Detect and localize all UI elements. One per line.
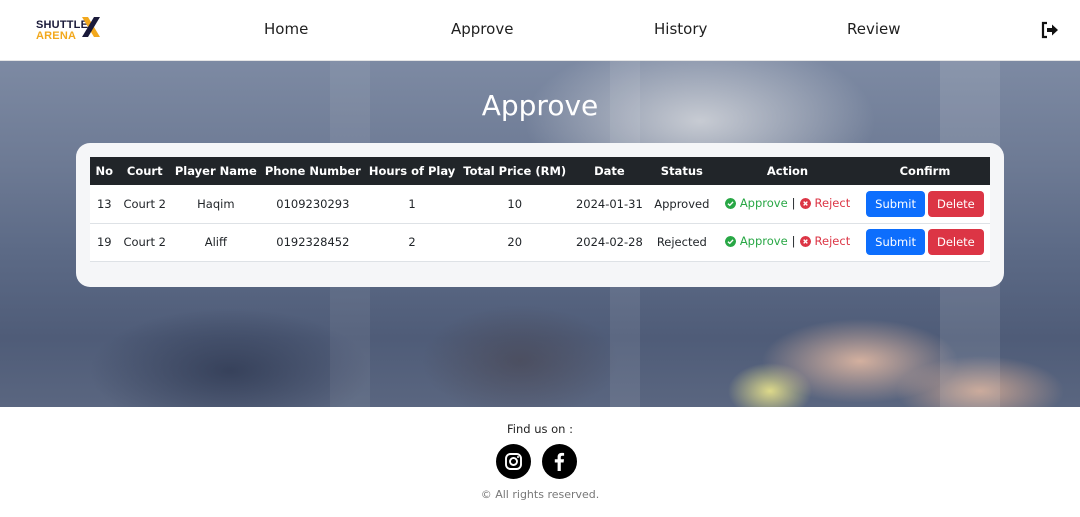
hero-background: Approve No Court Player Name Phone Numbe… bbox=[0, 61, 1080, 407]
nav-review[interactable]: Review bbox=[847, 20, 901, 38]
cell-court: Court 2 bbox=[118, 223, 171, 262]
approve-label: Approve bbox=[739, 234, 788, 249]
shuttle-arena-logo[interactable]: SHUTTLE ARENA bbox=[36, 15, 104, 43]
cell-confirm: Submit Delete bbox=[859, 223, 990, 262]
cell-hours: 2 bbox=[364, 223, 460, 262]
cell-confirm: Submit Delete bbox=[859, 185, 990, 224]
cell-price: 10 bbox=[459, 185, 571, 224]
nav-home[interactable]: Home bbox=[264, 20, 308, 38]
action-separator: | bbox=[791, 234, 796, 249]
instagram-icon bbox=[505, 453, 522, 470]
approve-label: Approve bbox=[739, 196, 788, 210]
cell-date: 2024-01-31 bbox=[570, 185, 649, 224]
column-header: No bbox=[90, 157, 119, 185]
reject-link[interactable]: Reject bbox=[799, 196, 851, 210]
delete-button[interactable]: Delete bbox=[927, 190, 984, 217]
copyright-text: © All rights reserved. bbox=[480, 488, 600, 501]
x-circle-icon bbox=[799, 235, 811, 247]
cell-court: Court 2 bbox=[118, 185, 171, 224]
column-header: Total Price (RM) bbox=[459, 157, 571, 185]
column-header: Player Name bbox=[170, 157, 261, 185]
table-header-row: No Court Player Name Phone Number Hours … bbox=[90, 157, 990, 185]
nav-history[interactable]: History bbox=[654, 20, 707, 38]
cell-no: 19 bbox=[90, 223, 119, 262]
table-row: 19 Court 2 Aliff 0192328452 2 20 2024-02… bbox=[90, 223, 990, 262]
cell-action: Approve | Reject bbox=[715, 185, 860, 224]
cell-phone: 0192328452 bbox=[260, 223, 365, 262]
cell-action: Approve | Reject bbox=[715, 223, 860, 262]
column-header: Action bbox=[715, 157, 860, 185]
column-header: Status bbox=[648, 157, 716, 185]
check-circle-icon bbox=[724, 235, 736, 247]
x-circle-icon bbox=[799, 197, 811, 209]
find-us-label: Find us on : bbox=[506, 422, 573, 436]
top-navbar: SHUTTLE ARENA Home Approve History Revie… bbox=[0, 0, 1080, 61]
cell-player-name: Haqim bbox=[170, 185, 261, 224]
logo-x-icon bbox=[82, 17, 100, 37]
facebook-link[interactable] bbox=[542, 444, 577, 479]
action-separator: | bbox=[791, 196, 796, 210]
cell-hours: 1 bbox=[364, 185, 460, 224]
approve-link[interactable]: Approve bbox=[724, 196, 788, 210]
column-header: Confirm bbox=[859, 157, 990, 185]
instagram-link[interactable] bbox=[496, 444, 531, 479]
column-header: Date bbox=[570, 157, 649, 185]
facebook-icon bbox=[554, 452, 565, 471]
approve-link[interactable]: Approve bbox=[724, 234, 788, 249]
submit-button[interactable]: Submit bbox=[866, 190, 925, 217]
bookings-table: No Court Player Name Phone Number Hours … bbox=[90, 157, 990, 262]
approve-card: No Court Player Name Phone Number Hours … bbox=[76, 143, 1004, 287]
cell-no: 13 bbox=[90, 185, 119, 224]
check-circle-icon bbox=[724, 197, 736, 209]
submit-button[interactable]: Submit bbox=[866, 229, 925, 255]
table-row: 13 Court 2 Haqim 0109230293 1 10 2024-01… bbox=[90, 185, 990, 224]
cell-phone: 0109230293 bbox=[260, 185, 365, 224]
cell-status: Approved bbox=[648, 185, 716, 224]
column-header: Hours of Play bbox=[364, 157, 460, 185]
column-header: Phone Number bbox=[260, 157, 365, 185]
logout-icon[interactable] bbox=[1040, 20, 1060, 40]
cell-price: 20 bbox=[459, 223, 571, 262]
logo-line-2: ARENA bbox=[36, 30, 77, 42]
cell-player-name: Aliff bbox=[170, 223, 261, 262]
reject-link[interactable]: Reject bbox=[799, 234, 851, 249]
page-title: Approve bbox=[481, 89, 599, 122]
reject-label: Reject bbox=[814, 196, 851, 210]
delete-button[interactable]: Delete bbox=[927, 229, 984, 255]
nav-approve[interactable]: Approve bbox=[451, 20, 513, 38]
column-header: Court bbox=[118, 157, 171, 185]
cell-date: 2024-02-28 bbox=[570, 223, 649, 262]
cell-status: Rejected bbox=[648, 223, 716, 262]
reject-label: Reject bbox=[814, 234, 851, 249]
